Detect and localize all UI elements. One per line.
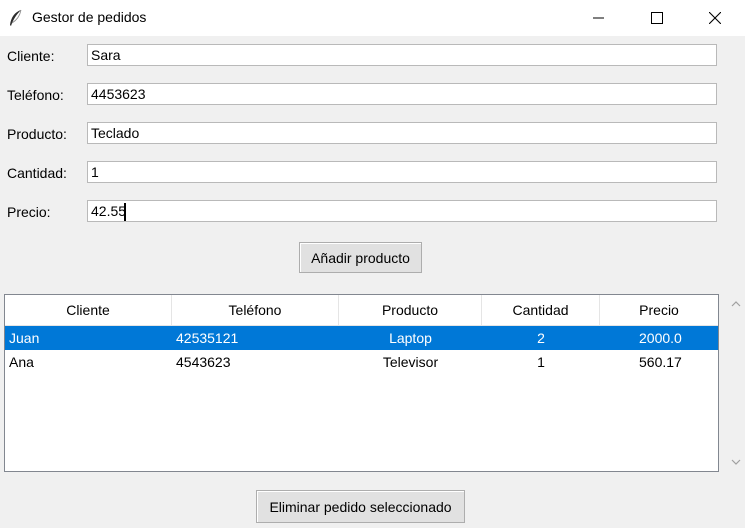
- table-row[interactable]: Ana 4543623 Televisor 1 560.17: [5, 350, 718, 374]
- cell-cantidad: 1: [537, 354, 545, 370]
- cell-telefono: 42535121: [176, 330, 239, 346]
- cell-producto: Televisor: [382, 354, 439, 370]
- precio-input[interactable]: [87, 200, 717, 222]
- scroll-up-icon[interactable]: [729, 298, 743, 310]
- telefono-input[interactable]: [87, 83, 717, 105]
- table-header: Cliente Teléfono Producto Cantidad Preci…: [5, 295, 718, 326]
- orders-table[interactable]: Cliente Teléfono Producto Cantidad Preci…: [4, 294, 719, 472]
- title-bar: Gestor de pedidos: [0, 0, 745, 36]
- cell-producto: Laptop: [389, 330, 432, 346]
- column-header-precio[interactable]: Precio: [600, 295, 718, 325]
- scroll-down-icon[interactable]: [729, 456, 743, 468]
- maximize-icon: [651, 12, 663, 24]
- minimize-button[interactable]: [576, 0, 622, 36]
- precio-label: Precio:: [7, 204, 51, 220]
- remove-order-button[interactable]: Eliminar pedido seleccionado: [256, 490, 465, 523]
- cell-cliente: Ana: [9, 354, 34, 370]
- text-caret: [124, 203, 126, 221]
- cell-precio: 560.17: [639, 354, 682, 370]
- add-product-button[interactable]: Añadir producto: [299, 242, 422, 273]
- maximize-button[interactable]: [634, 0, 680, 36]
- cliente-input[interactable]: [87, 44, 717, 66]
- cell-telefono: 4543623: [176, 354, 231, 370]
- cliente-label: Cliente:: [7, 48, 55, 64]
- cell-precio: 2000.0: [639, 330, 682, 346]
- cell-cantidad: 2: [537, 330, 545, 346]
- table-row[interactable]: Juan 42535121 Laptop 2 2000.0: [5, 326, 718, 350]
- cantidad-label: Cantidad:: [7, 165, 67, 181]
- column-header-producto[interactable]: Producto: [339, 295, 482, 325]
- cell-cliente: Juan: [9, 330, 40, 346]
- close-icon: [709, 12, 721, 24]
- minimize-icon: [593, 17, 604, 19]
- column-header-cantidad[interactable]: Cantidad: [482, 295, 600, 325]
- close-button[interactable]: [692, 0, 738, 36]
- column-header-cliente[interactable]: Cliente: [5, 295, 172, 325]
- telefono-label: Teléfono:: [7, 87, 64, 103]
- producto-label: Producto:: [7, 126, 67, 142]
- column-header-telefono[interactable]: Teléfono: [172, 295, 339, 325]
- producto-input[interactable]: [87, 122, 717, 144]
- window-title: Gestor de pedidos: [32, 9, 147, 25]
- feather-icon: [10, 9, 22, 26]
- cantidad-input[interactable]: [87, 161, 717, 183]
